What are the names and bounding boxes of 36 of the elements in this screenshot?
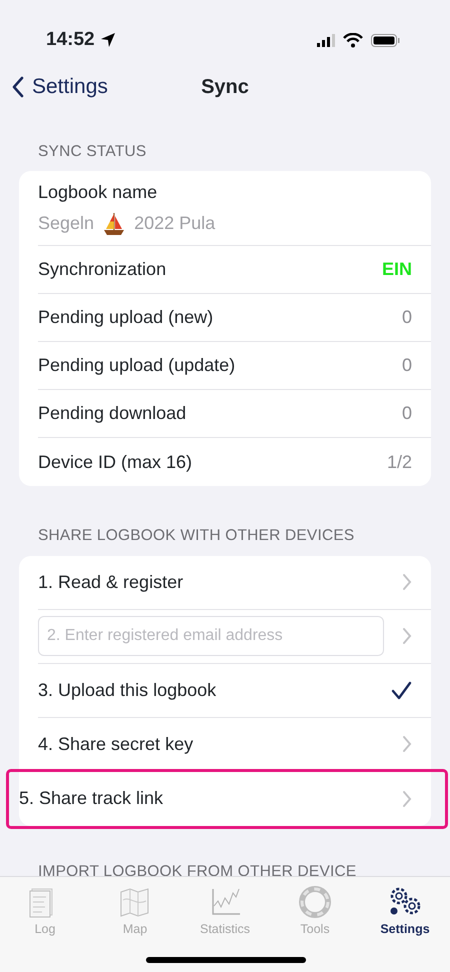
row-value: 0	[402, 306, 412, 330]
section-header: SYNC STATUS	[37, 142, 148, 162]
chevron-right-icon	[402, 735, 412, 753]
section-header: IMPORT LOGBOOK FROM OTHER DEVICE	[37, 862, 358, 882]
location-arrow-icon	[98, 31, 117, 49]
row-label: Pending download	[38, 402, 186, 426]
tab-item[interactable]: Settings	[360, 885, 450, 972]
row-label: Logbook name	[38, 181, 158, 204]
signal-icon	[317, 34, 335, 46]
back-button[interactable]: Settings	[0, 70, 114, 104]
status-time: 14:52	[46, 28, 95, 52]
row-label: Pending upload (new)	[38, 306, 214, 330]
wifi-icon	[343, 32, 363, 48]
logbook-name: 2022 Pula	[134, 212, 216, 236]
row-value: 1/2	[386, 450, 412, 474]
list-item[interactable]: 4. Share secret key	[38, 718, 431, 772]
row-value: 0	[402, 354, 412, 378]
section-header: SHARE LOGBOOK WITH OTHER DEVICES	[37, 526, 356, 546]
sailboat-icon	[102, 212, 126, 236]
list-item[interactable]: 3. Upload this logbook	[38, 664, 431, 718]
row-value: EIN	[382, 258, 412, 282]
row-label: Device ID (max 16)	[38, 450, 192, 474]
row-value: 0	[402, 402, 412, 426]
list-item[interactable]: 1. Read & register	[38, 556, 431, 610]
back-chevron-icon	[12, 76, 24, 98]
chevron-right-icon	[402, 627, 412, 645]
email-field[interactable]: 2. Enter registered email address	[38, 616, 384, 656]
logbook-name: Segeln	[38, 212, 94, 236]
screen-title: Sync	[201, 76, 249, 98]
chevron-right-icon	[402, 573, 412, 591]
chevron-right-icon	[402, 790, 412, 808]
list-item[interactable]: 5. Share track link	[9, 772, 445, 826]
battery-icon	[371, 34, 400, 46]
lifebuoy-icon	[298, 886, 332, 918]
row-label: Synchronization	[38, 258, 166, 282]
row-label: Pending upload (update)	[38, 354, 236, 378]
